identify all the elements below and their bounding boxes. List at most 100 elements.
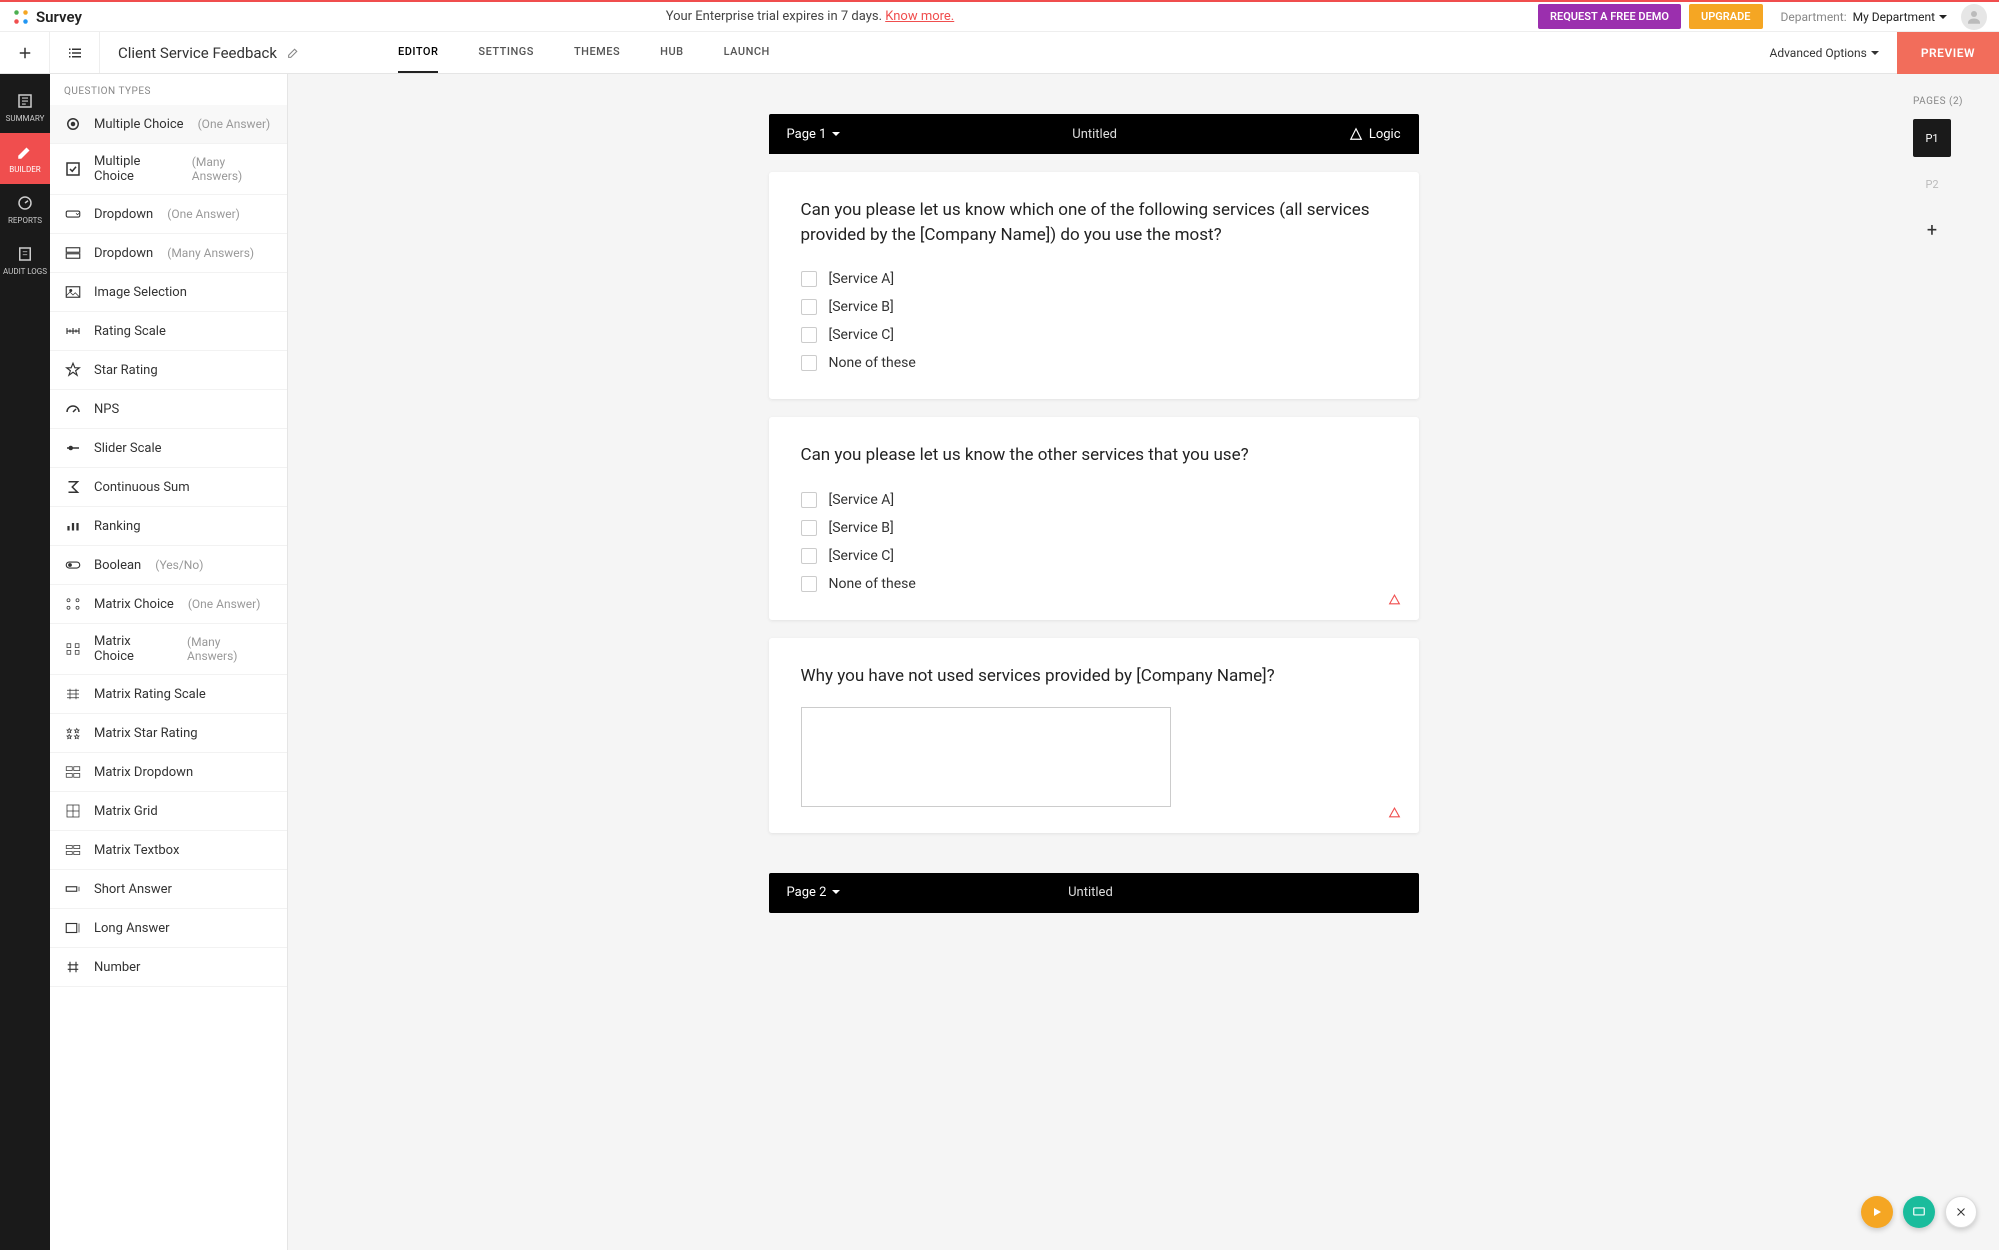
tab-hub[interactable]: HUB bbox=[660, 32, 683, 73]
qtype-matrix-choice-many-answers[interactable]: Matrix Choice(Many Answers) bbox=[50, 624, 287, 675]
pencil-icon[interactable] bbox=[287, 46, 300, 59]
sidebar-header: QUESTION TYPES bbox=[50, 74, 287, 105]
mgrid-icon bbox=[64, 802, 82, 820]
qtype-matrix-rating-scale[interactable]: Matrix Rating Scale bbox=[50, 675, 287, 714]
rail-summary[interactable]: SUMMARY bbox=[0, 82, 50, 133]
qtype-matrix-grid[interactable]: Matrix Grid bbox=[50, 792, 287, 831]
toolbar: Client Service Feedback EDITOR SETTINGS TH… bbox=[0, 32, 1999, 74]
question-option[interactable]: [Service B] bbox=[801, 293, 1387, 321]
checkbox-icon[interactable] bbox=[801, 327, 817, 343]
qtype-number[interactable]: Number bbox=[50, 948, 287, 987]
qtype-multiple-choice-many-answers[interactable]: Multiple Choice(Many Answers) bbox=[50, 144, 287, 195]
checkbox-icon[interactable] bbox=[801, 271, 817, 287]
qtype-image-selection[interactable]: Image Selection bbox=[50, 273, 287, 312]
scale-icon bbox=[64, 322, 82, 340]
close-fab[interactable] bbox=[1945, 1196, 1977, 1228]
qtype-matrix-choice-one-answer[interactable]: Matrix Choice(One Answer) bbox=[50, 585, 287, 624]
present-fab[interactable] bbox=[1903, 1196, 1935, 1228]
qtype-matrix-textbox[interactable]: Matrix Textbox bbox=[50, 831, 287, 870]
rail-audit-logs[interactable]: AUDIT LOGS bbox=[0, 235, 50, 286]
question-text: Why you have not used services provided … bbox=[801, 664, 1387, 689]
upgrade-button[interactable]: UPGRADE bbox=[1689, 4, 1762, 29]
mcm-icon bbox=[64, 640, 82, 658]
qtype-long-answer[interactable]: Long Answer bbox=[50, 909, 287, 948]
question-option[interactable]: [Service A] bbox=[801, 265, 1387, 293]
question-option[interactable]: [Service C] bbox=[801, 542, 1387, 570]
qtype-ranking[interactable]: Ranking bbox=[50, 507, 287, 546]
checkbox-icon[interactable] bbox=[801, 492, 817, 508]
page-selector[interactable]: Page 1 bbox=[787, 127, 841, 142]
question-option[interactable]: [Service A] bbox=[801, 486, 1387, 514]
play-icon bbox=[1871, 1206, 1883, 1218]
qtype-matrix-star-rating[interactable]: Matrix Star Rating bbox=[50, 714, 287, 753]
checkbox-icon[interactable] bbox=[801, 548, 817, 564]
qtype-multiple-choice-one-answer[interactable]: Multiple Choice(One Answer) bbox=[50, 105, 287, 144]
rail-reports[interactable]: REPORTS bbox=[0, 184, 50, 235]
mdd-icon bbox=[64, 763, 82, 781]
slider-icon bbox=[64, 439, 82, 457]
chevron-down-icon bbox=[832, 127, 840, 142]
question-option[interactable]: [Service C] bbox=[801, 321, 1387, 349]
page-title-2[interactable]: Untitled bbox=[840, 885, 1340, 900]
qtype-slider-scale[interactable]: Slider Scale bbox=[50, 429, 287, 468]
logic-indicator-icon[interactable] bbox=[1388, 806, 1401, 823]
department-selector[interactable]: My Department bbox=[1853, 10, 1947, 24]
page-thumb-p2[interactable]: P2 bbox=[1913, 165, 1951, 203]
qtype-star-rating[interactable]: Star Rating bbox=[50, 351, 287, 390]
qtype-matrix-dropdown[interactable]: Matrix Dropdown bbox=[50, 753, 287, 792]
page-logic-button[interactable]: Logic bbox=[1349, 127, 1401, 142]
checkbox-icon[interactable] bbox=[801, 520, 817, 536]
checkbox-icon[interactable] bbox=[801, 299, 817, 315]
tab-editor[interactable]: EDITOR bbox=[398, 32, 438, 73]
question-option[interactable]: None of these bbox=[801, 570, 1387, 598]
qtype-continuous-sum[interactable]: Continuous Sum bbox=[50, 468, 287, 507]
rail-builder[interactable]: BUILDER bbox=[0, 133, 50, 184]
logic-indicator-icon[interactable] bbox=[1388, 593, 1401, 610]
msr-icon bbox=[64, 724, 82, 742]
qtype-nps[interactable]: NPS bbox=[50, 390, 287, 429]
advanced-options-dropdown[interactable]: Advanced Options bbox=[1769, 46, 1878, 60]
question-card[interactable]: Can you please let us know the other ser… bbox=[769, 417, 1419, 620]
qtype-dropdown-one-answer[interactable]: Dropdown(One Answer) bbox=[50, 195, 287, 234]
request-demo-button[interactable]: REQUEST A FREE DEMO bbox=[1538, 4, 1681, 29]
trial-message: Your Enterprise trial expires in 7 days.… bbox=[82, 9, 1538, 24]
tab-themes[interactable]: THEMES bbox=[574, 32, 620, 73]
tab-launch[interactable]: LAUNCH bbox=[724, 32, 770, 73]
survey-title: Client Service Feedback bbox=[100, 44, 318, 62]
question-option[interactable]: [Service B] bbox=[801, 514, 1387, 542]
img-icon bbox=[64, 283, 82, 301]
qtype-dropdown-many-answers[interactable]: Dropdown(Many Answers) bbox=[50, 234, 287, 273]
short-icon bbox=[64, 880, 82, 898]
plus-icon bbox=[16, 44, 34, 62]
list-button[interactable] bbox=[50, 32, 100, 73]
canvas-area: Page 1 Untitled Logic Can you please let… bbox=[288, 74, 1899, 1250]
checkbox-icon[interactable] bbox=[801, 576, 817, 592]
brand-name: Survey bbox=[36, 8, 82, 26]
add-button[interactable] bbox=[0, 32, 50, 73]
preview-button[interactable]: PREVIEW bbox=[1897, 32, 1999, 74]
rank-icon bbox=[64, 517, 82, 535]
page-selector-2[interactable]: Page 2 bbox=[787, 885, 841, 900]
sum-icon bbox=[64, 478, 82, 496]
page-title[interactable]: Untitled bbox=[840, 127, 1348, 142]
checkbox-icon[interactable] bbox=[801, 355, 817, 371]
qtype-rating-scale[interactable]: Rating Scale bbox=[50, 312, 287, 351]
question-card[interactable]: Why you have not used services provided … bbox=[769, 638, 1419, 833]
tab-settings[interactable]: SETTINGS bbox=[478, 32, 534, 73]
question-card[interactable]: Can you please let us know which one of … bbox=[769, 172, 1419, 399]
user-avatar[interactable] bbox=[1961, 4, 1987, 30]
page-thumb-p1[interactable]: P1 bbox=[1913, 119, 1951, 157]
top-bar: Survey Your Enterprise trial expires in … bbox=[0, 2, 1999, 32]
qtype-boolean-yes/no[interactable]: Boolean(Yes/No) bbox=[50, 546, 287, 585]
logic-icon bbox=[1349, 127, 1363, 141]
answer-textarea[interactable] bbox=[801, 707, 1171, 807]
add-page-button[interactable]: + bbox=[1913, 211, 1951, 249]
play-fab[interactable] bbox=[1861, 1196, 1893, 1228]
question-option[interactable]: None of these bbox=[801, 349, 1387, 377]
qtype-short-answer[interactable]: Short Answer bbox=[50, 870, 287, 909]
dd-icon bbox=[64, 205, 82, 223]
trial-know-more-link[interactable]: Know more. bbox=[885, 9, 954, 24]
mtb-icon bbox=[64, 841, 82, 859]
page-bar-2: Page 2 Untitled bbox=[769, 873, 1419, 913]
left-rail: SUMMARYBUILDERREPORTSAUDIT LOGS bbox=[0, 74, 50, 1250]
